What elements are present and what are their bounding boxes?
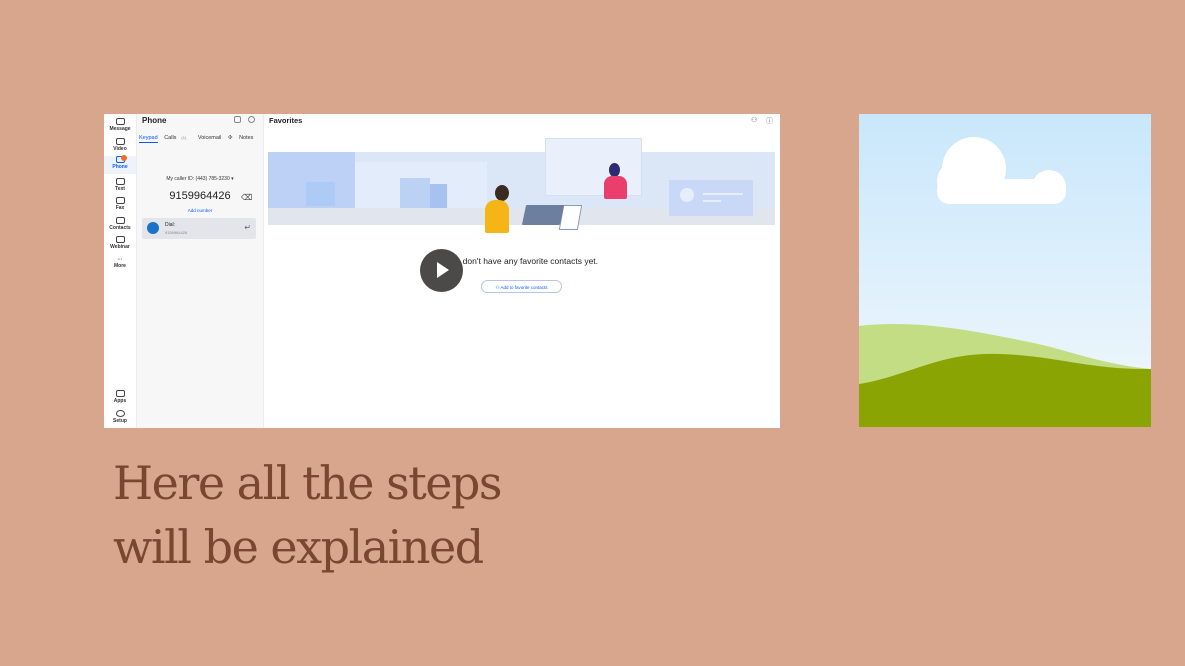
- heading-line-2: will be explained: [113, 520, 484, 574]
- sidebar-item-more[interactable]: ··· More: [104, 257, 136, 269]
- dial-label: Dial:: [165, 222, 176, 228]
- landscape-image: [859, 114, 1151, 427]
- landscape-illustration: [859, 114, 1151, 427]
- dial-suggestion-row[interactable]: Dial: 9159964426 ↵: [142, 218, 256, 239]
- sidebar-item-fax[interactable]: Fax: [104, 197, 136, 211]
- empty-state-message: You don't have any favorite contacts yet…: [445, 256, 599, 266]
- sidebar-item-setup[interactable]: Setup: [104, 410, 136, 424]
- message-icon: [115, 118, 125, 125]
- add-contact-icon[interactable]: ⚇: [751, 116, 758, 124]
- favorites-pane: Favorites ⚇ ⓘ You don't have any favorit…: [264, 114, 780, 428]
- fax-icon: [115, 197, 125, 204]
- avatar: [147, 222, 159, 234]
- help-icon[interactable]: ⓘ: [766, 116, 773, 125]
- sidebar-rail: Message Video Phone Text Fax Contacts We…: [104, 114, 137, 428]
- sidebar-item-contacts[interactable]: Contacts: [104, 217, 136, 231]
- more-icon: ···: [117, 257, 123, 263]
- phone-tabs: Keypad Calls(1) Voicemail ✣ Notes ⌄: [139, 135, 275, 143]
- heading-line-1: Here all the steps: [113, 456, 502, 510]
- add-to-favorites-button[interactable]: ⚇ Add to favorite contacts: [481, 280, 562, 293]
- laptop-icon: [521, 205, 565, 225]
- phone-panel: Phone Keypad Calls (1) Voicemail ✣ Notes …: [137, 114, 270, 428]
- phone-panel-title: Phone: [142, 116, 167, 125]
- tab-calls[interactable]: Calls (1): [164, 135, 191, 141]
- caller-id-selector[interactable]: My caller ID: (443) 785-3230 ▾: [137, 176, 263, 182]
- webinar-icon: [115, 236, 125, 243]
- video-icon: [115, 138, 125, 145]
- tab-voicemail[interactable]: Voicemail: [198, 135, 222, 141]
- play-button[interactable]: [420, 249, 463, 292]
- sidebar-item-webinar[interactable]: Webinar: [104, 236, 136, 250]
- play-icon: [437, 262, 449, 278]
- add-number-link[interactable]: Add number: [137, 208, 263, 213]
- tab-notes[interactable]: ✣ Notes: [228, 135, 259, 141]
- apps-icon: [115, 390, 125, 397]
- tab-keypad[interactable]: Keypad: [139, 135, 158, 143]
- sidebar-item-video[interactable]: Video: [104, 138, 136, 152]
- open-external-icon[interactable]: [234, 116, 241, 123]
- settings-icon[interactable]: [248, 116, 255, 123]
- sidebar-item-text[interactable]: Text: [104, 178, 136, 192]
- caret-down-icon: ▾: [231, 176, 234, 182]
- sidebar-item-apps[interactable]: Apps: [104, 390, 136, 404]
- empty-state-illustration: [268, 138, 775, 233]
- enter-icon[interactable]: ↵: [244, 223, 251, 232]
- notification-badge: [121, 155, 127, 161]
- sidebar-item-phone[interactable]: Phone: [104, 155, 136, 174]
- setup-icon: [115, 410, 125, 417]
- contacts-icon: [115, 217, 125, 224]
- add-person-icon: ⚇: [495, 285, 500, 290]
- dial-suggestion-number: 9159964426: [165, 230, 188, 235]
- backspace-icon[interactable]: ⌫: [241, 193, 252, 202]
- slide-heading: Here all the steps will be explained: [113, 451, 613, 579]
- notes-icon: ✣: [227, 135, 233, 141]
- chat-bubble-icon: [115, 178, 125, 185]
- sidebar-item-message[interactable]: Message: [104, 118, 136, 132]
- page-title: Favorites: [269, 116, 303, 125]
